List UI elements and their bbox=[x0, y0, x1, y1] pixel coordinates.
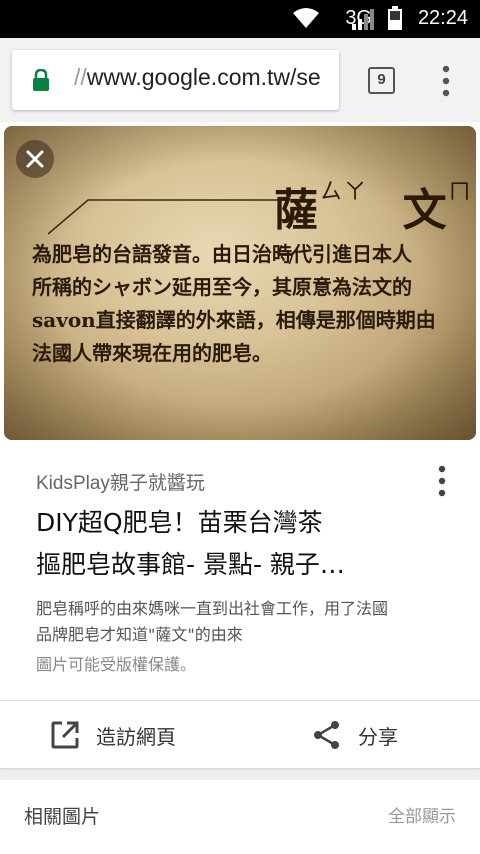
heading-char-2: 文 bbox=[402, 185, 449, 236]
share-button[interactable]: 分享 bbox=[312, 712, 398, 758]
image-text-line: 為肥皂的台語發音。由日治時代引進日本人 bbox=[32, 242, 412, 266]
heading-kana-1: ㄙㄚ bbox=[320, 180, 369, 205]
image-text-line: 所稱的シャボン延用至今，其原意為法文的 bbox=[32, 275, 412, 299]
desc-line: 肥皂稱呼的由來媽咪一直到出社會工作，用了法國 bbox=[36, 599, 389, 618]
wifi-icon bbox=[293, 8, 319, 28]
related-images-title: 相關圖片 bbox=[24, 806, 101, 828]
signal-icon bbox=[352, 9, 374, 30]
image-text-line: 法國人帶來現在用的肥皂。 bbox=[32, 341, 272, 365]
battery-icon bbox=[388, 6, 402, 30]
related-images-section: 相關圖片 全部顯示 bbox=[0, 780, 480, 854]
share-label: 分享 bbox=[358, 724, 398, 749]
more-options-icon[interactable] bbox=[432, 464, 452, 498]
clock: 22:24 bbox=[417, 7, 468, 29]
title-line: DIY超Q肥皂！苗栗台灣茶 bbox=[36, 508, 323, 537]
title-line: 摳肥皂故事館- 景點- 親子… bbox=[36, 550, 345, 579]
visit-page-button[interactable]: 造訪網頁 bbox=[50, 712, 176, 758]
image-body-text: 為肥皂的台語發音。由日治時代引進日本人 所稱的シャボン延用至今，其原意為法文的 … bbox=[32, 238, 472, 370]
status-bar: 3G 22:24 bbox=[0, 0, 480, 38]
result-title[interactable]: DIY超Q肥皂！苗栗台灣茶 摳肥皂故事館- 景點- 親子… bbox=[36, 502, 436, 586]
close-button[interactable] bbox=[16, 140, 54, 178]
desc-line: 品牌肥皂才知道"薩文"的由來 bbox=[36, 625, 243, 644]
show-all-link[interactable]: 全部顯示 bbox=[388, 802, 456, 827]
open-in-new-icon bbox=[51, 721, 79, 749]
close-icon bbox=[26, 150, 44, 168]
divider bbox=[0, 700, 480, 701]
image-text-line: savon直接翻譯的外來語，相傳是那個時期由 bbox=[32, 308, 436, 332]
image-result-card: 薩ㄙㄚ 文ㄇㄣ 為肥皂的台語發音。由日治時代引進日本人 所稱的シャボン延用至今，… bbox=[0, 122, 480, 768]
url-text: //www.google.com.tw/se bbox=[74, 64, 332, 91]
preview-image[interactable]: 薩ㄙㄚ 文ㄇㄣ 為肥皂的台語發音。由日治時代引進日本人 所稱的シャボン延用至今，… bbox=[4, 126, 476, 440]
address-bar[interactable]: //www.google.com.tw/se bbox=[12, 50, 339, 110]
decorative-line bbox=[48, 199, 288, 235]
browser-toolbar: //www.google.com.tw/se 9 bbox=[0, 38, 480, 122]
visit-page-label: 造訪網頁 bbox=[96, 724, 176, 749]
copyright-note: 圖片可能受版權保護。 bbox=[36, 655, 197, 674]
result-description: 肥皂稱呼的由來媽咪一直到出社會工作，用了法國 品牌肥皂才知道"薩文"的由來 bbox=[36, 596, 456, 648]
url-scheme: // bbox=[74, 64, 87, 90]
menu-icon[interactable] bbox=[436, 64, 456, 98]
lock-icon bbox=[33, 69, 49, 91]
heading-char-1: 薩 bbox=[274, 185, 320, 236]
tab-switcher-button[interactable]: 9 bbox=[368, 67, 395, 94]
source-site[interactable]: KidsPlay親子就醬玩 bbox=[36, 468, 205, 495]
share-icon bbox=[314, 721, 339, 749]
url-host: www.google.com.tw/se bbox=[86, 64, 321, 90]
